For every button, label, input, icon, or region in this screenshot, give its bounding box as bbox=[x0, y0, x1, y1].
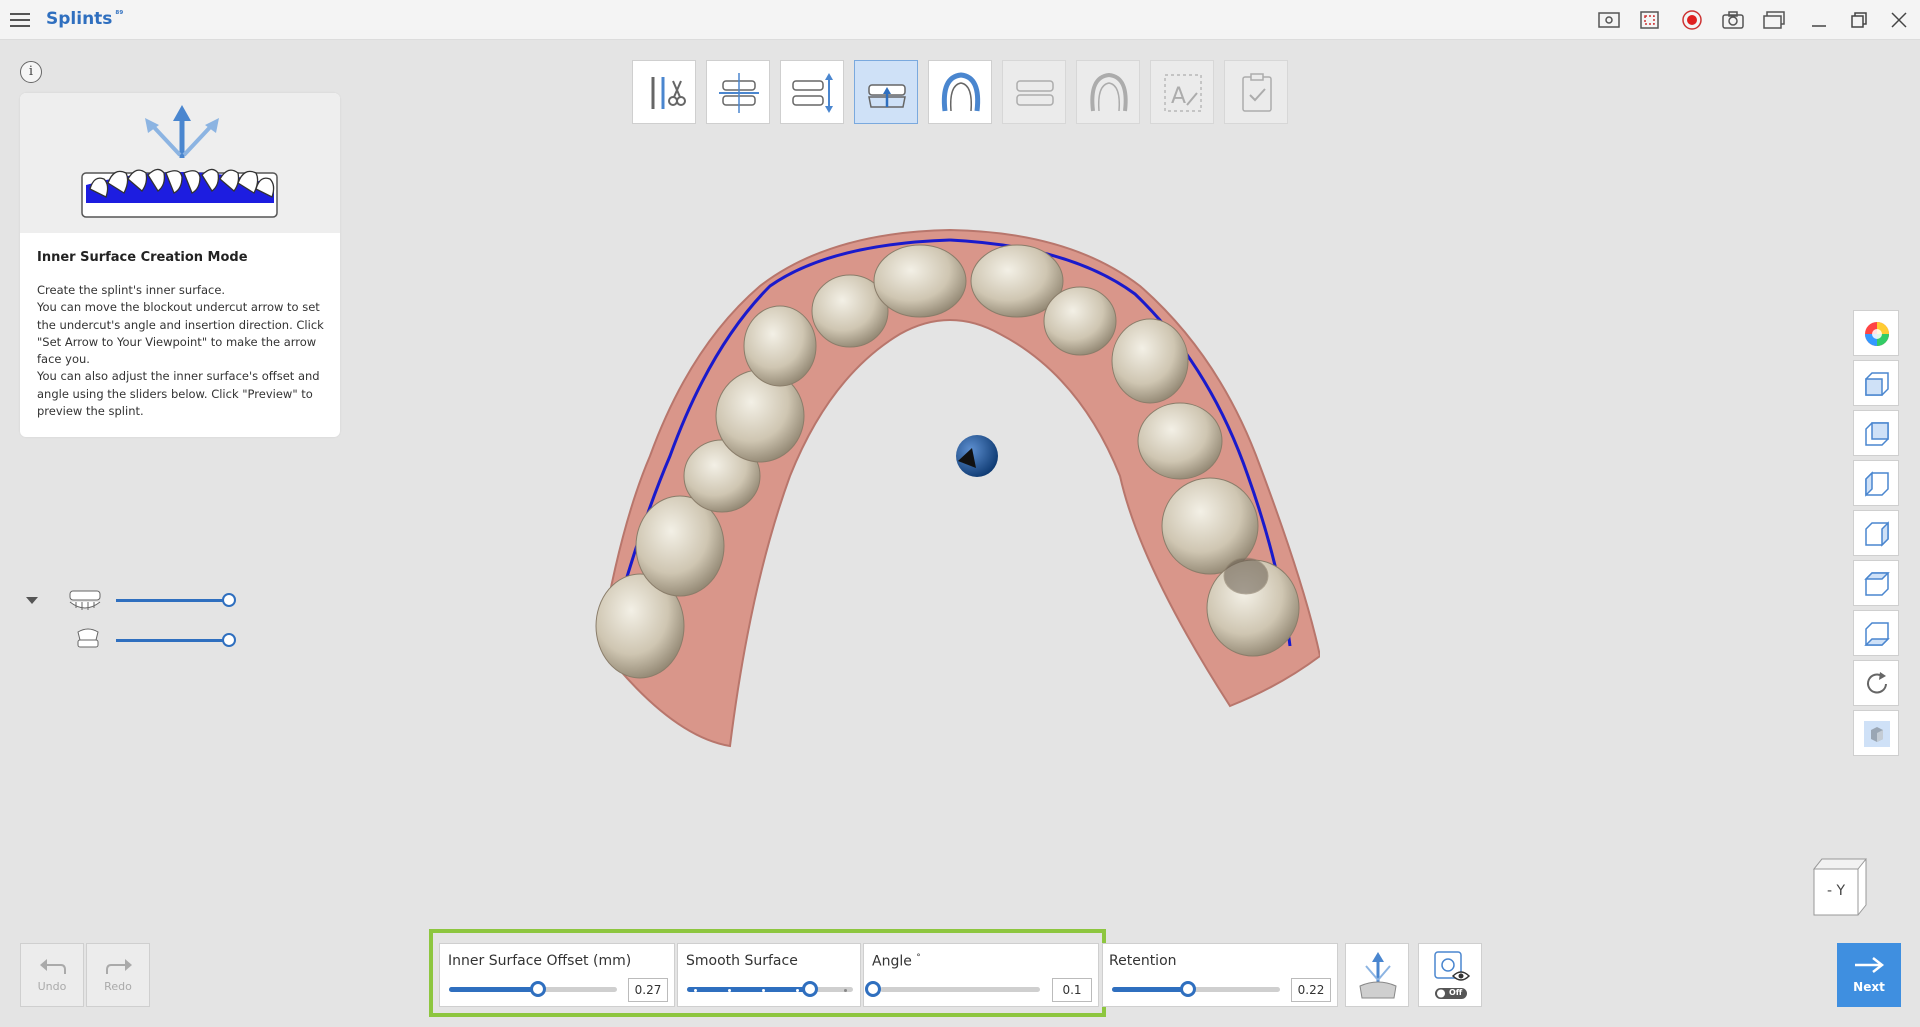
reset-view-button[interactable] bbox=[1853, 660, 1899, 706]
view-back-button[interactable] bbox=[1853, 410, 1899, 456]
guide-illustration bbox=[20, 93, 340, 233]
record-icon[interactable] bbox=[1679, 8, 1705, 32]
set-arrow-to-viewpoint-button[interactable] bbox=[1345, 943, 1409, 1007]
color-wheel-icon bbox=[1865, 322, 1889, 346]
cube-right-icon bbox=[1865, 521, 1889, 547]
undo-button[interactable]: Undo bbox=[20, 943, 84, 1007]
svg-text:A: A bbox=[1171, 84, 1186, 109]
view-left-button[interactable] bbox=[1853, 460, 1899, 506]
gallery-icon[interactable] bbox=[1761, 8, 1787, 32]
cube-front-icon bbox=[1865, 372, 1889, 396]
collapse-arrow-icon[interactable] bbox=[26, 597, 38, 604]
inner-surface-offset-slider[interactable] bbox=[530, 981, 547, 997]
preview-toggle-button[interactable]: Off bbox=[1418, 943, 1482, 1007]
rotate-icon bbox=[1867, 672, 1887, 694]
angle-slider[interactable] bbox=[865, 981, 881, 997]
cube-back-icon bbox=[1865, 422, 1889, 446]
lower-jaw-opacity-slider[interactable] bbox=[222, 633, 236, 647]
step-align-models[interactable] bbox=[706, 60, 770, 124]
view-front-button[interactable] bbox=[1853, 360, 1899, 406]
step-inner-surface[interactable] bbox=[854, 60, 918, 124]
lower-jaw-visibility bbox=[66, 628, 246, 652]
redo-button[interactable]: Redo bbox=[86, 943, 150, 1007]
retention-label: Retention bbox=[1109, 953, 1177, 969]
orientation-view-cube[interactable]: - Y bbox=[1810, 855, 1870, 919]
transparency-button[interactable] bbox=[1853, 710, 1899, 756]
angle-track[interactable] bbox=[880, 987, 1040, 992]
info-icon[interactable]: i bbox=[20, 61, 42, 83]
smooth-step-dot bbox=[694, 989, 697, 992]
step-trim-tool[interactable] bbox=[632, 60, 696, 124]
retention-value[interactable]: 0.22 bbox=[1291, 978, 1331, 1002]
inner-surface-offset-control: Inner Surface Offset (mm) 0.27 bbox=[439, 943, 675, 1007]
angle-control: Angle ° 0.1 bbox=[863, 943, 1099, 1007]
smooth-step-dot bbox=[844, 989, 847, 992]
blockout-arrow-handle[interactable] bbox=[956, 435, 998, 477]
cube-bottom-icon bbox=[1864, 622, 1890, 646]
smooth-surface-fill bbox=[687, 987, 810, 992]
restore-icon[interactable] bbox=[1846, 8, 1872, 32]
retention-track[interactable] bbox=[1112, 987, 1280, 992]
smooth-surface-track[interactable] bbox=[687, 987, 853, 992]
crop-capture-icon[interactable] bbox=[1637, 8, 1663, 32]
next-button[interactable]: Next bbox=[1837, 943, 1901, 1007]
preview-toggle-label: Off bbox=[1449, 988, 1463, 997]
view-cube-label: - Y bbox=[1826, 883, 1846, 899]
smooth-step-dot bbox=[728, 989, 731, 992]
set-arrow-icon bbox=[1359, 952, 1397, 999]
screen-capture-icon[interactable] bbox=[1596, 8, 1622, 32]
upper-jaw-visibility bbox=[66, 588, 246, 612]
retention-control: Retention 0.22 bbox=[1102, 943, 1338, 1007]
guide-title: Inner Surface Creation Mode bbox=[37, 250, 248, 265]
inner-surface-offset-label: Inner Surface Offset (mm) bbox=[448, 953, 632, 969]
hamburger-menu-icon[interactable] bbox=[8, 8, 32, 32]
app-title: Splints ⁸⁹ bbox=[46, 9, 124, 29]
step-arch-adjust[interactable] bbox=[1076, 60, 1140, 124]
redo-icon bbox=[106, 959, 132, 974]
view-bottom-button[interactable] bbox=[1853, 610, 1899, 656]
undo-icon bbox=[40, 959, 66, 974]
step-outer-surface[interactable] bbox=[928, 60, 992, 124]
arrow-right-icon bbox=[1855, 957, 1885, 973]
step-label-text[interactable]: A bbox=[1150, 60, 1214, 124]
minimize-icon[interactable] bbox=[1806, 8, 1832, 32]
cube-left-icon bbox=[1865, 471, 1889, 497]
view-top-button[interactable] bbox=[1853, 560, 1899, 606]
upper-jaw-icon bbox=[69, 590, 101, 610]
dental-model-3d-view[interactable] bbox=[580, 226, 1322, 756]
preview-eye-icon bbox=[1434, 951, 1471, 999]
step-bite-height[interactable] bbox=[780, 60, 844, 124]
step-occlusal[interactable] bbox=[1002, 60, 1066, 124]
title-bar: Splints ⁸⁹ bbox=[0, 0, 1920, 40]
angle-value[interactable]: 0.1 bbox=[1052, 978, 1092, 1002]
smooth-step-dot bbox=[762, 989, 765, 992]
retention-slider[interactable] bbox=[1179, 981, 1196, 997]
smooth-step-dot bbox=[796, 989, 799, 992]
retention-fill bbox=[1112, 987, 1188, 992]
cube-top-icon bbox=[1864, 572, 1890, 596]
camera-icon[interactable] bbox=[1720, 8, 1746, 32]
angle-label: Angle ° bbox=[872, 953, 921, 970]
view-right-button[interactable] bbox=[1853, 510, 1899, 556]
smooth-surface-label: Smooth Surface bbox=[686, 953, 798, 969]
inner-surface-offset-fill bbox=[449, 987, 539, 992]
upper-jaw-opacity-slider[interactable] bbox=[222, 593, 236, 607]
lower-jaw-icon bbox=[77, 628, 99, 648]
close-icon[interactable] bbox=[1886, 8, 1912, 32]
smooth-surface-control: Smooth Surface bbox=[677, 943, 861, 1007]
solid-cube-icon bbox=[1864, 721, 1890, 747]
step-complete[interactable] bbox=[1224, 60, 1288, 124]
inner-surface-offset-value[interactable]: 0.27 bbox=[628, 978, 668, 1002]
color-toggle-button[interactable] bbox=[1853, 310, 1899, 356]
smooth-surface-slider[interactable] bbox=[801, 981, 818, 997]
guide-description: Create the splint's inner surface. You c… bbox=[37, 283, 324, 419]
guide-panel: Inner Surface Creation Mode Create the s… bbox=[20, 93, 340, 437]
